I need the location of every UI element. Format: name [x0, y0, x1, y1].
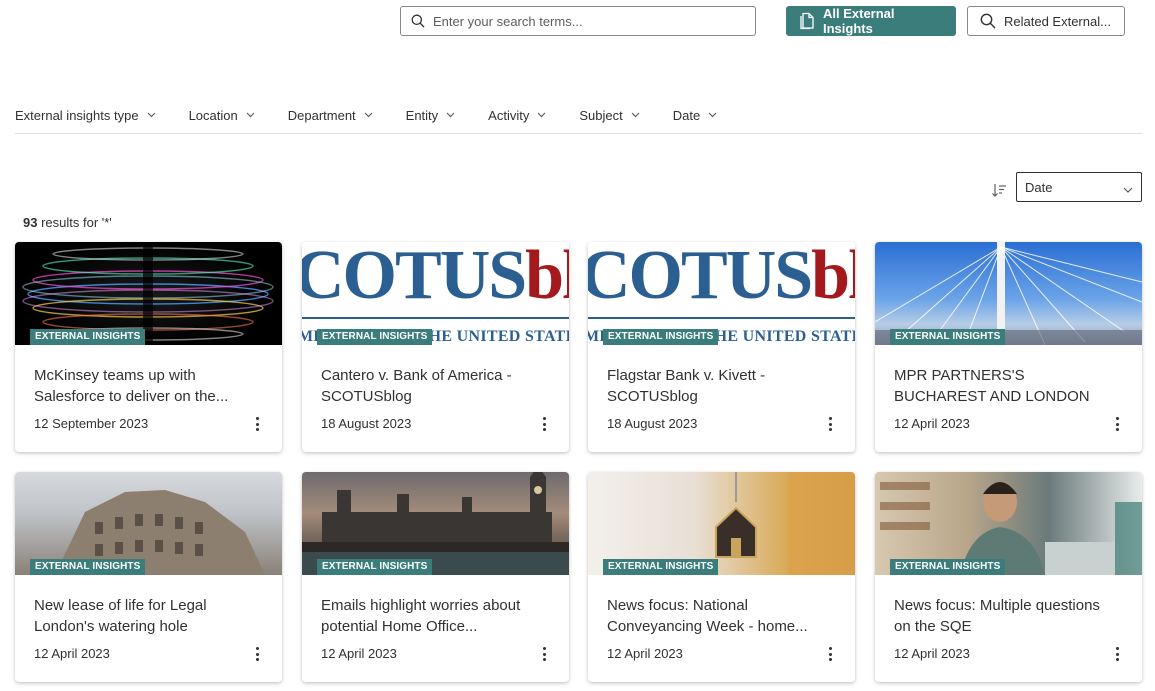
chevron-down-icon [537, 112, 546, 118]
card-image: EXTERNAL INSIGHTS [15, 472, 282, 575]
filter-label: Subject [579, 107, 623, 123]
sort-dropdown[interactable]: Date [1016, 172, 1142, 202]
card-title: New lease of life for Legal London's wat… [34, 597, 207, 635]
card-title: Flagstar Bank v. Kivett - SCOTUSblog [607, 367, 766, 405]
card-badge: EXTERNAL INSIGHTS [30, 559, 146, 575]
card-badge: EXTERNAL INSIGHTS [603, 559, 719, 575]
chevron-down-icon [446, 112, 455, 118]
filter-label: External insights type [15, 107, 139, 123]
filter-location[interactable]: Location [189, 104, 255, 126]
all-external-insights-label: All External Insights [823, 6, 895, 36]
filter-bar: External insights type Location Departme… [15, 104, 1142, 134]
sort-descending-icon[interactable] [991, 181, 1007, 199]
card-title: News focus: Multiple questions on the SQ… [894, 597, 1100, 635]
card-badge: EXTERNAL INSIGHTS [317, 329, 433, 345]
more-options-icon[interactable] [536, 415, 552, 433]
more-options-icon[interactable] [249, 645, 265, 663]
card-date: 12 April 2023 [607, 646, 683, 661]
filter-label: Department [287, 107, 356, 123]
filter-entity[interactable]: Entity [406, 104, 456, 126]
result-card[interactable]: EXTERNAL INSIGHTS McKinsey teams up with… [15, 242, 282, 452]
card-date: 18 August 2023 [607, 416, 698, 431]
card-date: 12 April 2023 [894, 416, 970, 431]
card-badge: EXTERNAL INSIGHTS [317, 559, 433, 575]
card-title: Cantero v. Bank of America - SCOTUSblog [321, 367, 512, 405]
results-count: 93 results for '*' [23, 215, 112, 230]
search-icon [411, 14, 425, 28]
filter-external-insights-type[interactable]: External insights type [15, 104, 156, 126]
card-image: EXTERNAL INSIGHTS [302, 472, 569, 575]
card-badge: EXTERNAL INSIGHTS [890, 559, 1006, 575]
logo-divider [302, 317, 569, 319]
search-icon [980, 13, 996, 29]
card-date: 12 September 2023 [34, 416, 149, 431]
more-options-icon[interactable] [822, 645, 838, 663]
filter-label: Activity [488, 107, 530, 123]
logo-divider [588, 317, 855, 319]
more-options-icon[interactable] [1109, 645, 1125, 663]
filter-department[interactable]: Department [288, 104, 373, 126]
filter-activity[interactable]: Activity [488, 104, 546, 126]
card-image: EXTERNAL INSIGHTS [588, 472, 855, 575]
chevron-down-icon [364, 112, 373, 118]
results-number: 93 [23, 215, 38, 230]
card-title: News focus: National Conveyancing Week -… [607, 597, 808, 635]
card-title: Emails highlight worries about potential… [321, 597, 521, 635]
filter-date[interactable]: Date [673, 104, 717, 126]
card-title: MPR PARTNERS'S BUCHAREST AND LONDON OFFI… [894, 367, 1090, 405]
related-external-button[interactable]: Related External... [967, 6, 1125, 36]
filter-subject[interactable]: Subject [579, 104, 640, 126]
result-card[interactable]: EXTERNAL INSIGHTS New lease of life for … [15, 472, 282, 682]
card-date: 12 April 2023 [894, 646, 970, 661]
more-options-icon[interactable] [1109, 415, 1125, 433]
result-card[interactable]: EXTERNAL INSIGHTS Emails highlight worri… [302, 472, 569, 682]
more-options-icon[interactable] [822, 415, 838, 433]
card-badge: EXTERNAL INSIGHTS [30, 329, 146, 345]
more-options-icon[interactable] [249, 415, 265, 433]
filter-label: Date [672, 107, 701, 123]
chevron-down-icon [147, 112, 156, 118]
search-input[interactable] [433, 13, 733, 29]
sort-selected-value: Date [1025, 179, 1053, 195]
card-date: 18 August 2023 [321, 416, 412, 431]
card-badge: EXTERNAL INSIGHTS [890, 329, 1006, 345]
chevron-down-icon [1123, 182, 1133, 197]
document-icon [799, 12, 815, 30]
card-image: EXTERNAL INSIGHTS [875, 472, 1142, 575]
filter-label: Location [188, 107, 238, 123]
card-image: EXTERNAL INSIGHTS [15, 242, 282, 345]
all-external-insights-button[interactable]: All External Insights [786, 6, 956, 36]
card-image: COTUSblo ME COURT OF THE UNITED STATES E… [302, 242, 569, 345]
scotusblog-logo: COTUSblo [302, 242, 569, 314]
filter-label: Entity [405, 107, 439, 123]
scotusblog-logo: COTUSblo [588, 242, 855, 314]
card-badge: EXTERNAL INSIGHTS [603, 329, 719, 345]
result-card[interactable]: COTUSblo ME COURT OF THE UNITED STATES E… [302, 242, 569, 452]
more-options-icon[interactable] [536, 645, 552, 663]
result-card[interactable]: EXTERNAL INSIGHTS MPR PARTNERS'S BUCHARE… [875, 242, 1142, 452]
card-image: EXTERNAL INSIGHTS [875, 242, 1142, 345]
card-image: COTUSblo ME COURT OF THE UNITED STATES E… [588, 242, 855, 345]
results-suffix: results for '*' [37, 215, 112, 230]
result-card[interactable]: EXTERNAL INSIGHTS News focus: National C… [588, 472, 855, 682]
result-card[interactable]: EXTERNAL INSIGHTS News focus: Multiple q… [875, 472, 1142, 682]
chevron-down-icon [708, 112, 717, 118]
card-date: 12 April 2023 [34, 646, 110, 661]
chevron-down-icon [631, 112, 640, 118]
result-card[interactable]: COTUSblo ME COURT OF THE UNITED STATES E… [588, 242, 855, 452]
related-external-label: Related External... [1004, 13, 1111, 29]
search-box[interactable] [400, 6, 756, 36]
card-title: McKinsey teams up with Salesforce to del… [34, 367, 229, 405]
chevron-down-icon [246, 112, 255, 118]
card-date: 12 April 2023 [321, 646, 397, 661]
